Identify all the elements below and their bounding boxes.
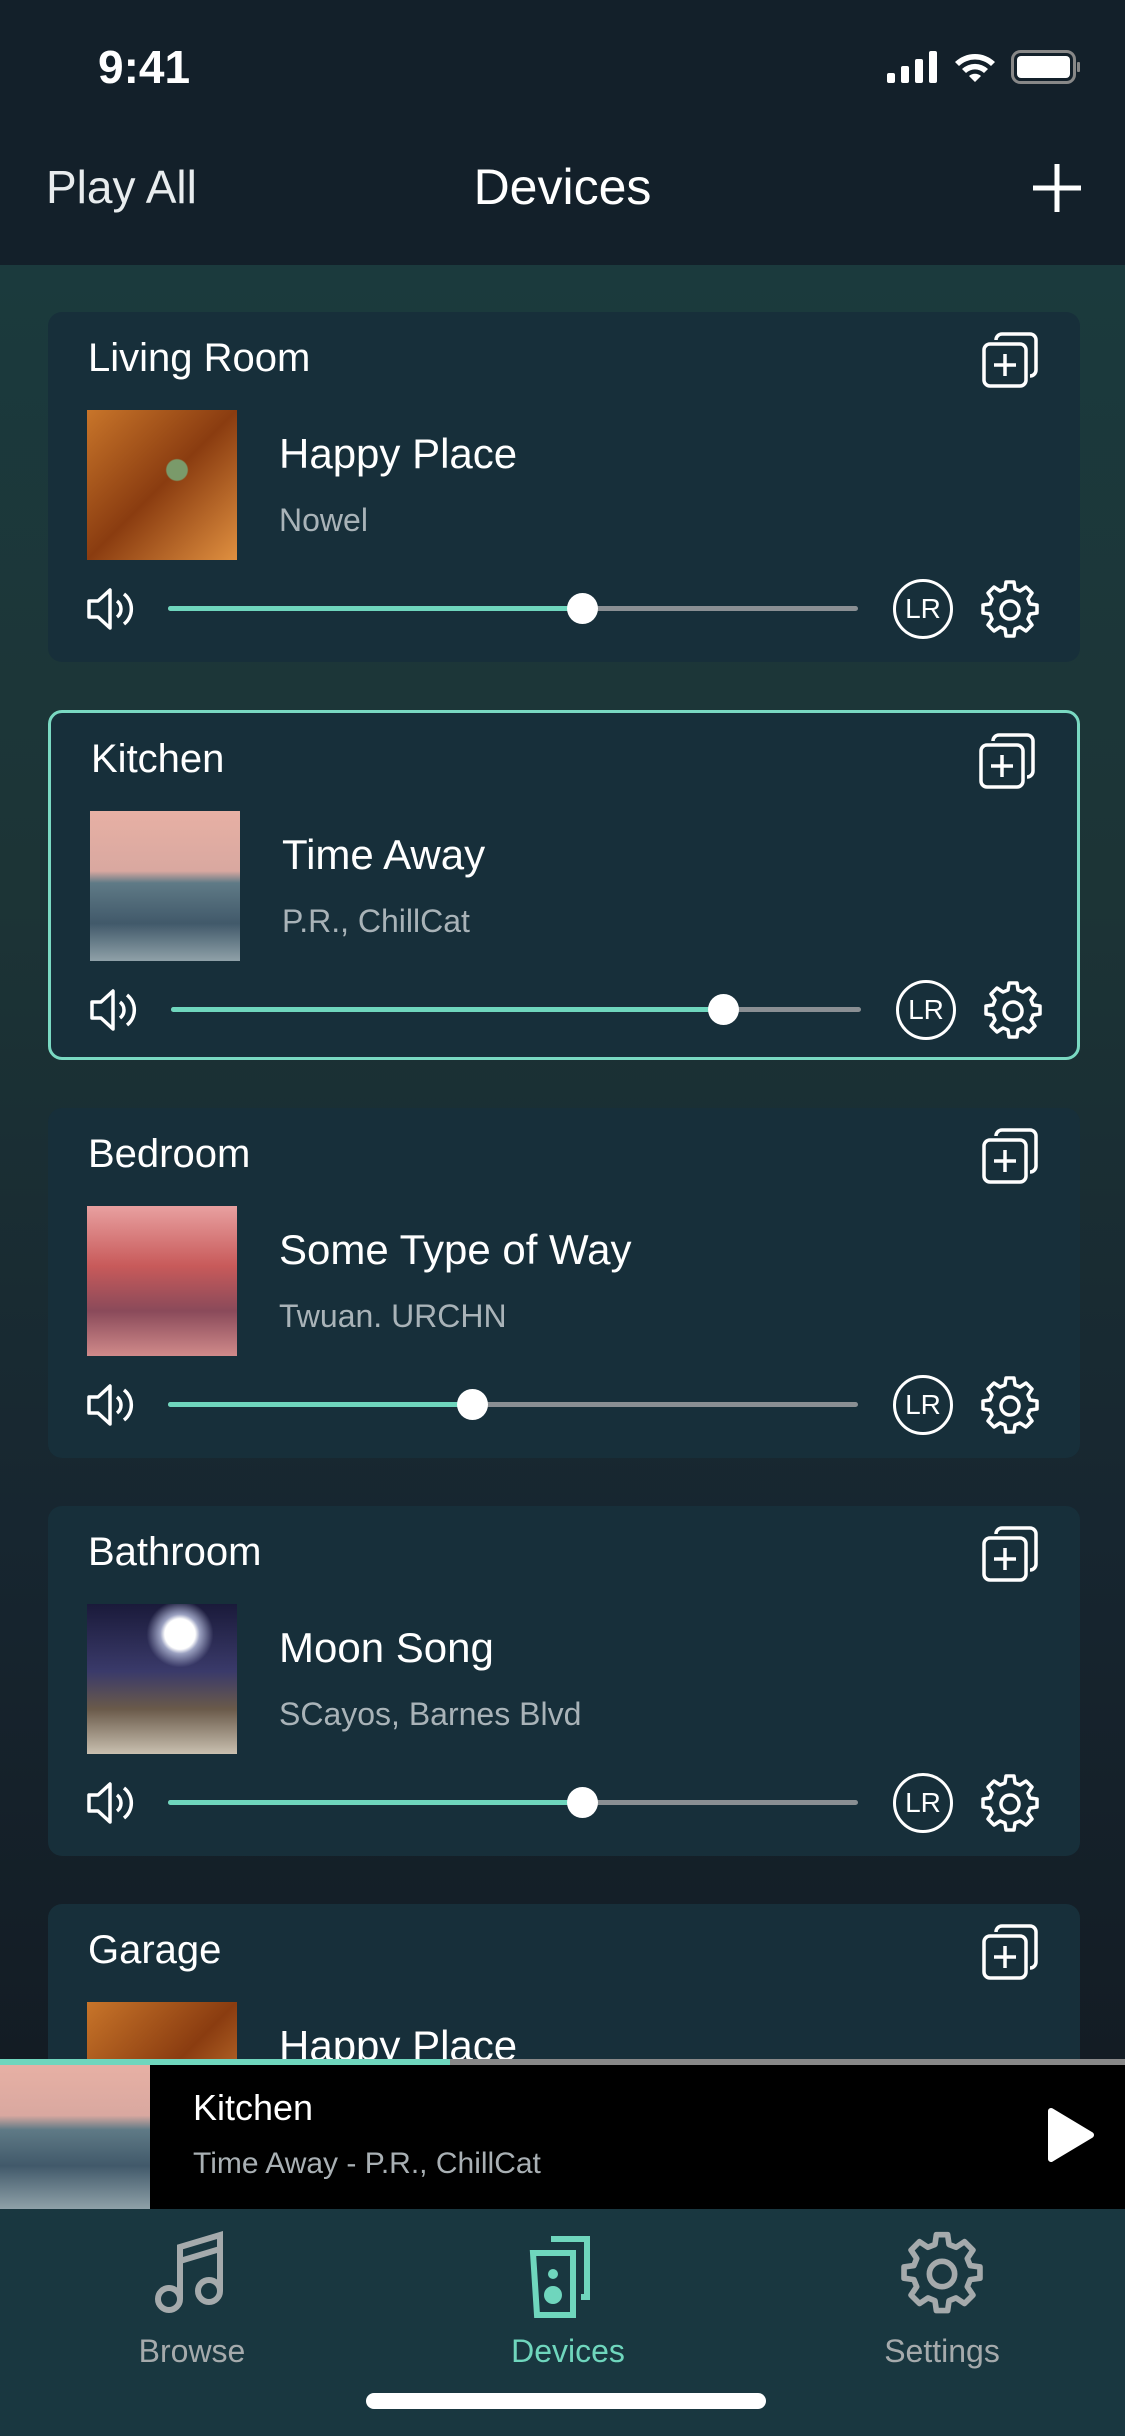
- album-art: [87, 2002, 237, 2064]
- mini-room: Kitchen: [193, 2087, 314, 2128]
- room-name: Bedroom: [88, 1132, 251, 1176]
- stereo-lr-button[interactable]: LR: [893, 1773, 953, 1833]
- volume-icon[interactable]: [86, 1778, 138, 1828]
- room-name: Bathroom: [88, 1530, 262, 1574]
- stereo-lr-button[interactable]: LR: [893, 579, 953, 639]
- group-add-icon[interactable]: [975, 729, 1039, 793]
- stereo-lr-button[interactable]: LR: [896, 980, 956, 1040]
- volume-knob[interactable]: [456, 1389, 488, 1420]
- signal-icon: [887, 51, 937, 83]
- battery-icon: [1011, 50, 1080, 84]
- status-icons: [887, 50, 1081, 84]
- artist-name: Nowel: [279, 502, 368, 538]
- gear-icon[interactable]: [978, 578, 1042, 642]
- album-art: [87, 1604, 237, 1754]
- music-note-icon: [155, 2230, 223, 2313]
- tab-devices[interactable]: Devices: [438, 2229, 698, 2370]
- status-time: 9:41: [98, 41, 191, 93]
- album-art: [90, 811, 240, 961]
- group-add-icon[interactable]: [978, 1522, 1042, 1586]
- artist-name: P.R., ChillCat: [282, 903, 470, 939]
- device-card[interactable]: Bathroom Moon Song SCayos, Barnes Blvd L…: [48, 1506, 1080, 1856]
- playback-progress[interactable]: [0, 2059, 1125, 2065]
- device-card[interactable]: Garage Happy Place: [48, 1904, 1080, 2064]
- group-add-icon[interactable]: [978, 1124, 1042, 1188]
- gear-icon: [901, 2231, 983, 2314]
- room-name: Kitchen: [91, 737, 225, 781]
- artist-name: Twuan. URCHN: [279, 1298, 507, 1334]
- speakers-icon: [529, 2236, 590, 2318]
- add-device-button[interactable]: [1029, 160, 1085, 216]
- album-art: [87, 1206, 237, 1356]
- mini-album-art: [0, 2065, 150, 2209]
- tab-settings[interactable]: Settings: [812, 2229, 1072, 2370]
- volume-icon[interactable]: [89, 985, 141, 1035]
- mini-player[interactable]: Kitchen Time Away - P.R., ChillCat: [0, 2059, 1125, 2209]
- wifi-icon: [955, 54, 995, 82]
- play-icon[interactable]: [1045, 2107, 1095, 2163]
- volume-slider[interactable]: [168, 593, 858, 624]
- mini-subtitle: Time Away - P.R., ChillCat: [193, 2147, 541, 2180]
- tab-browse[interactable]: Browse: [62, 2229, 322, 2370]
- room-name: Living Room: [88, 336, 311, 380]
- volume-slider[interactable]: [171, 994, 861, 1025]
- volume-icon[interactable]: [86, 584, 138, 634]
- gear-icon[interactable]: [978, 1772, 1042, 1836]
- device-card[interactable]: Bedroom Some Type of Way Twuan. URCHN LR: [48, 1108, 1080, 1458]
- artist-name: SCayos, Barnes Blvd: [279, 1696, 582, 1732]
- song-title: Happy Place: [279, 430, 518, 477]
- group-add-icon[interactable]: [978, 328, 1042, 392]
- song-title: Happy Place: [279, 2022, 518, 2064]
- album-art: [87, 410, 237, 560]
- volume-knob[interactable]: [567, 1787, 598, 1818]
- volume-icon[interactable]: [86, 1380, 138, 1430]
- room-name: Garage: [88, 1928, 222, 1972]
- header: 9:41 Play All Devices: [0, 0, 1125, 265]
- group-add-icon[interactable]: [978, 1920, 1042, 1984]
- song-title: Some Type of Way: [279, 1226, 632, 1273]
- stereo-lr-button[interactable]: LR: [893, 1375, 953, 1435]
- gear-icon[interactable]: [981, 979, 1045, 1043]
- volume-slider[interactable]: [168, 1787, 858, 1818]
- song-title: Moon Song: [279, 1624, 494, 1671]
- song-title: Time Away: [282, 831, 486, 878]
- volume-knob[interactable]: [708, 994, 739, 1025]
- volume-slider[interactable]: [168, 1389, 858, 1420]
- device-card[interactable]: Living Room Happy Place Nowel LR: [48, 312, 1080, 662]
- gear-icon[interactable]: [978, 1374, 1042, 1438]
- volume-knob[interactable]: [567, 593, 598, 624]
- home-indicator: [366, 2393, 766, 2409]
- device-card[interactable]: Kitchen Time Away P.R., ChillCat LR: [48, 710, 1080, 1060]
- page-title: Devices: [473, 159, 652, 215]
